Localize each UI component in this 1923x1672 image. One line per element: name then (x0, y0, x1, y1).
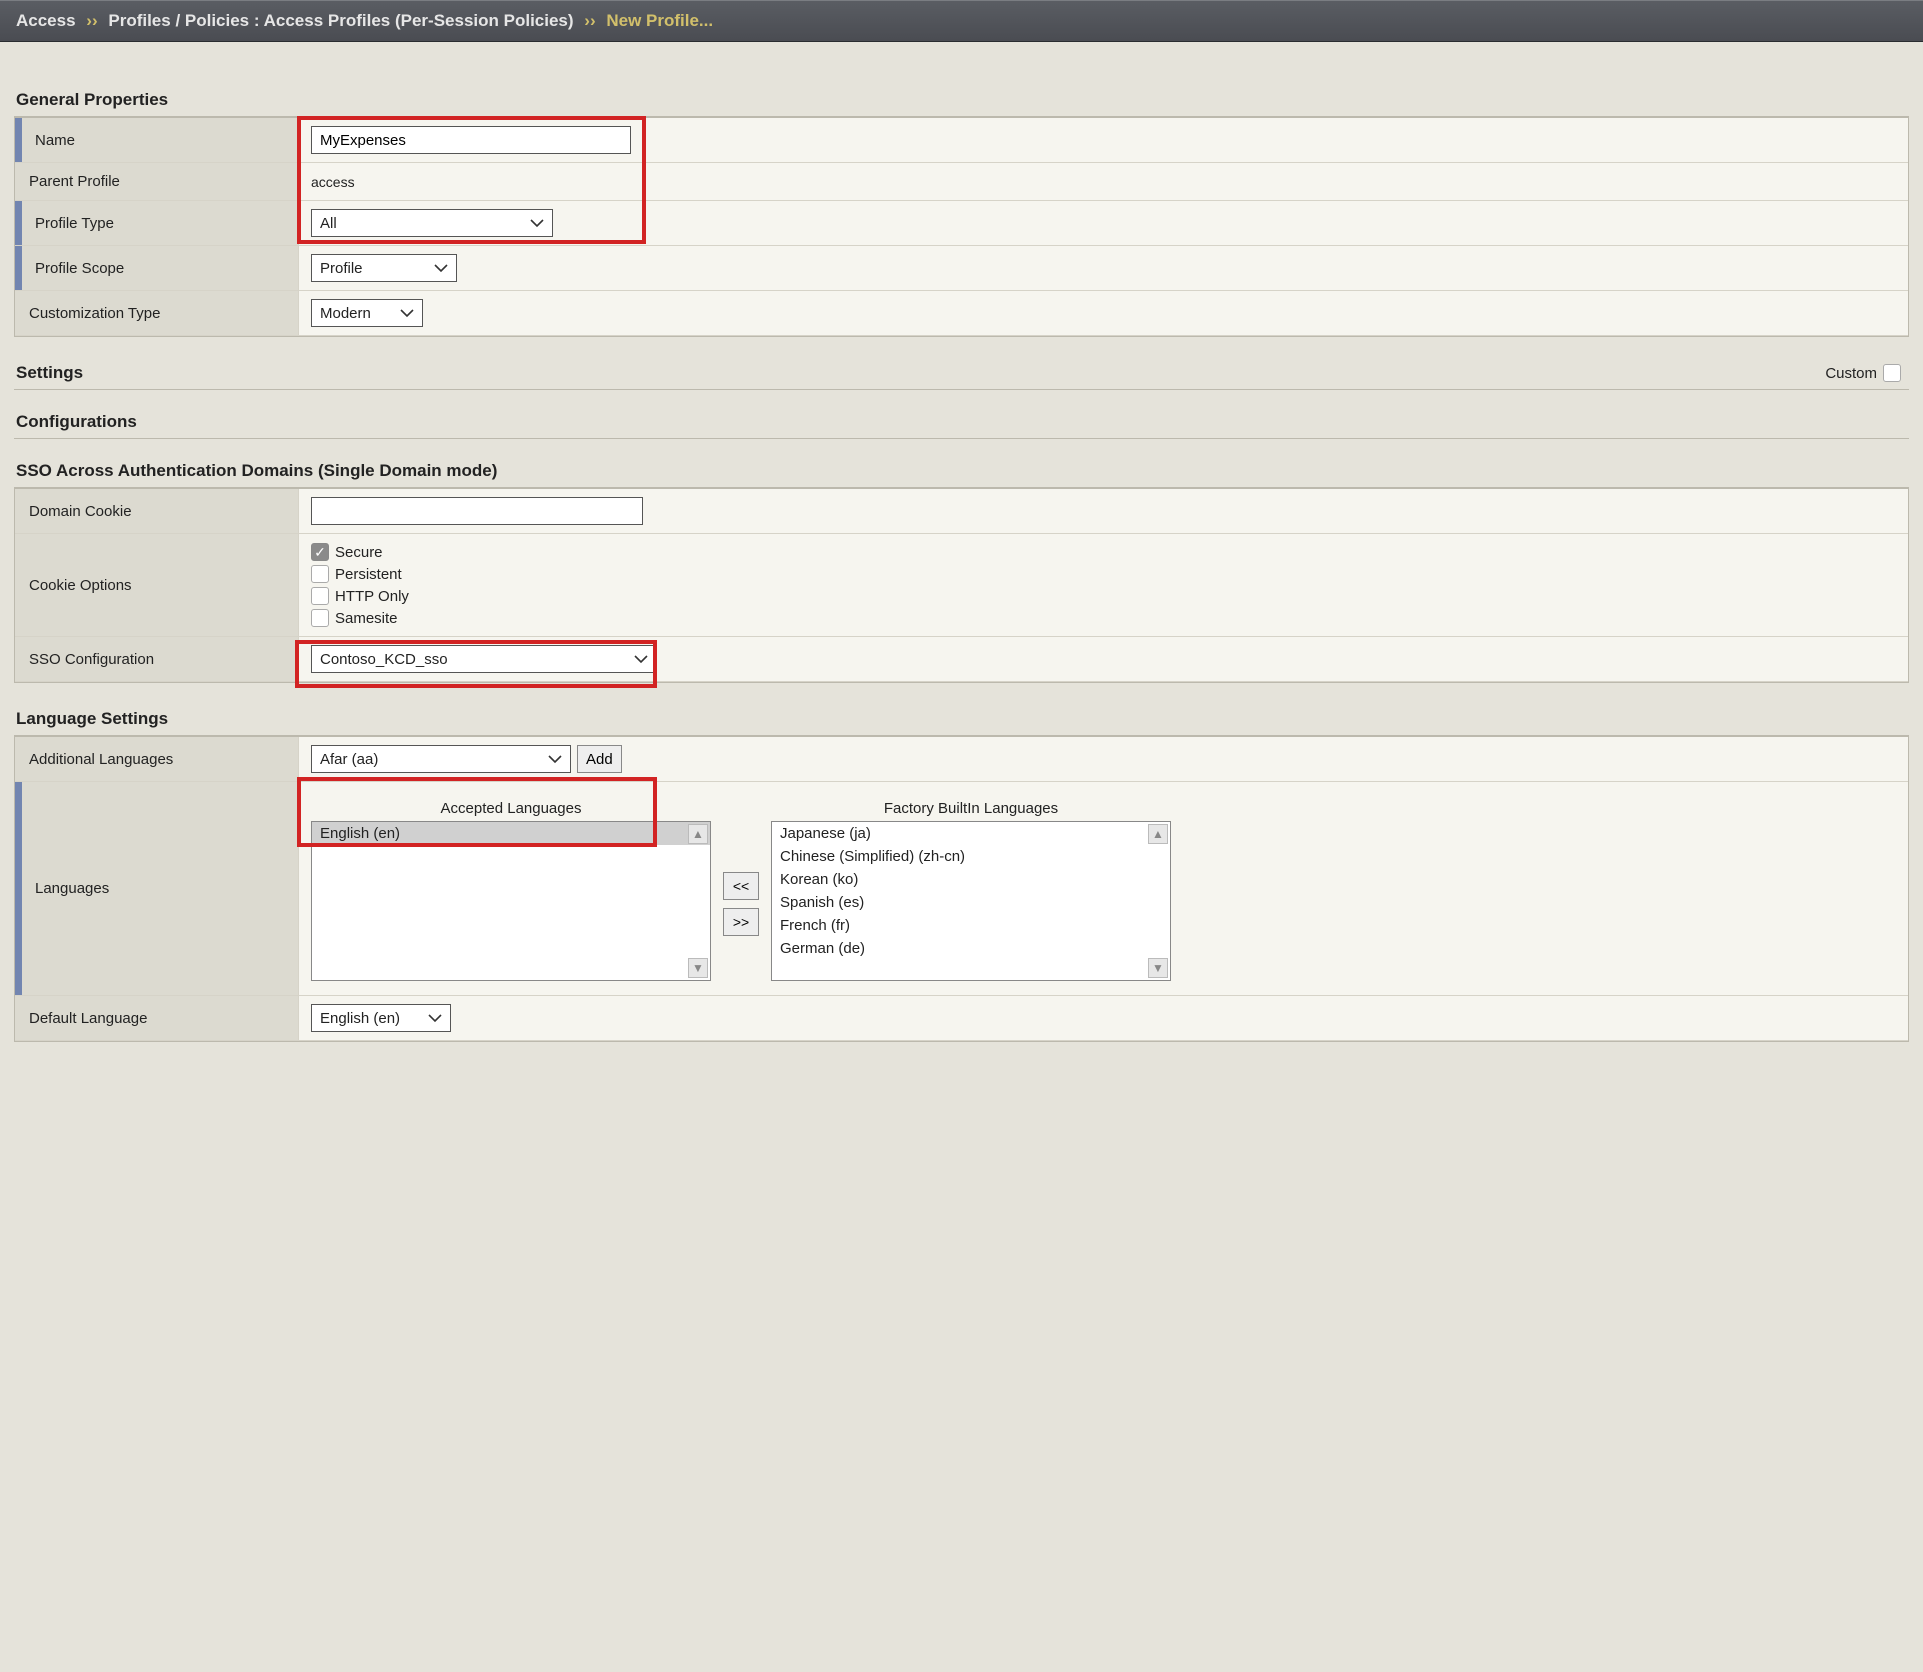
sso-configuration-select[interactable]: Contoso_KCD_sso (311, 645, 657, 673)
list-item[interactable]: Korean (ko) (772, 868, 1170, 891)
label-languages: Languages (15, 782, 299, 995)
persistent-checkbox[interactable] (311, 565, 329, 583)
label-name: Name (15, 118, 299, 162)
list-item[interactable]: French (fr) (772, 914, 1170, 937)
httponly-label: HTTP Only (335, 588, 409, 605)
default-language-select[interactable]: English (en) (311, 1004, 451, 1032)
section-settings: Settings Custom (14, 355, 1909, 390)
settings-title: Settings (16, 363, 83, 383)
breadcrumb-profiles[interactable]: Profiles / Policies : Access Profiles (P… (108, 11, 573, 30)
label-profile-type: Profile Type (15, 201, 299, 245)
list-item[interactable]: Spanish (es) (772, 891, 1170, 914)
additional-languages-value: Afar (aa) (320, 751, 378, 768)
profile-scope-value: Profile (320, 260, 363, 277)
list-item[interactable]: German (de) (772, 937, 1170, 960)
factory-languages-listbox[interactable]: ▲ ▼ Japanese (ja)Chinese (Simplified) (z… (771, 821, 1171, 981)
chevron-down-icon (634, 654, 648, 664)
custom-checkbox[interactable] (1883, 364, 1901, 382)
chevron-down-icon (428, 1013, 442, 1023)
label-additional-languages: Additional Languages (15, 737, 299, 781)
breadcrumb-sep: ›› (86, 11, 97, 30)
label-sso-configuration: SSO Configuration (15, 637, 299, 681)
secure-checkbox[interactable]: ✓ (311, 543, 329, 561)
name-input[interactable] (311, 126, 631, 154)
customization-type-value: Modern (320, 305, 371, 322)
chevron-down-icon (434, 263, 448, 273)
breadcrumb: Access ›› Profiles / Policies : Access P… (0, 0, 1923, 42)
factory-languages-title: Factory BuiltIn Languages (884, 796, 1058, 821)
customization-type-select[interactable]: Modern (311, 299, 423, 327)
section-general-properties: General Properties (14, 82, 1909, 117)
domain-cookie-input[interactable] (311, 497, 643, 525)
list-item[interactable]: Japanese (ja) (772, 822, 1170, 845)
general-properties-table: Name Parent Profile access Profile Type … (14, 117, 1909, 337)
label-customization-type: Customization Type (15, 291, 299, 335)
custom-label: Custom (1825, 365, 1877, 382)
samesite-label: Samesite (335, 610, 398, 627)
move-right-button[interactable]: >> (723, 908, 759, 936)
scroll-down-icon[interactable]: ▼ (688, 958, 708, 978)
list-item[interactable]: English (en) (312, 822, 710, 845)
section-language-settings: Language Settings (14, 701, 1909, 736)
list-item[interactable]: Chinese (Simplified) (zh-cn) (772, 845, 1170, 868)
default-language-value: English (en) (320, 1010, 400, 1027)
breadcrumb-sep: ›› (584, 11, 595, 30)
profile-type-select[interactable]: All (311, 209, 553, 237)
additional-languages-select[interactable]: Afar (aa) (311, 745, 571, 773)
sso-table: Domain Cookie Cookie Options ✓ Secure Pe… (14, 488, 1909, 683)
profile-type-value: All (320, 215, 337, 232)
samesite-checkbox[interactable] (311, 609, 329, 627)
accepted-languages-listbox[interactable]: ▲ ▼ English (en) (311, 821, 711, 981)
label-domain-cookie: Domain Cookie (15, 489, 299, 533)
chevron-down-icon (530, 218, 544, 228)
label-profile-scope: Profile Scope (15, 246, 299, 290)
language-table: Additional Languages Afar (aa) Add Langu… (14, 736, 1909, 1042)
breadcrumb-current: New Profile... (606, 11, 713, 30)
scroll-down-icon[interactable]: ▼ (1148, 958, 1168, 978)
section-configurations: Configurations (14, 404, 1909, 439)
scroll-up-icon[interactable]: ▲ (688, 824, 708, 844)
secure-label: Secure (335, 544, 383, 561)
add-language-button[interactable]: Add (577, 745, 622, 773)
httponly-checkbox[interactable] (311, 587, 329, 605)
label-cookie-options: Cookie Options (15, 534, 299, 636)
chevron-down-icon (400, 308, 414, 318)
scroll-up-icon[interactable]: ▲ (1148, 824, 1168, 844)
breadcrumb-access[interactable]: Access (16, 11, 76, 30)
parent-profile-value: access (311, 174, 355, 190)
persistent-label: Persistent (335, 566, 402, 583)
label-default-language: Default Language (15, 996, 299, 1040)
chevron-down-icon (548, 754, 562, 764)
profile-scope-select[interactable]: Profile (311, 254, 457, 282)
accepted-languages-title: Accepted Languages (441, 796, 582, 821)
section-sso-domains: SSO Across Authentication Domains (Singl… (14, 453, 1909, 488)
sso-configuration-value: Contoso_KCD_sso (320, 651, 448, 668)
move-left-button[interactable]: << (723, 872, 759, 900)
label-parent-profile: Parent Profile (15, 163, 299, 200)
